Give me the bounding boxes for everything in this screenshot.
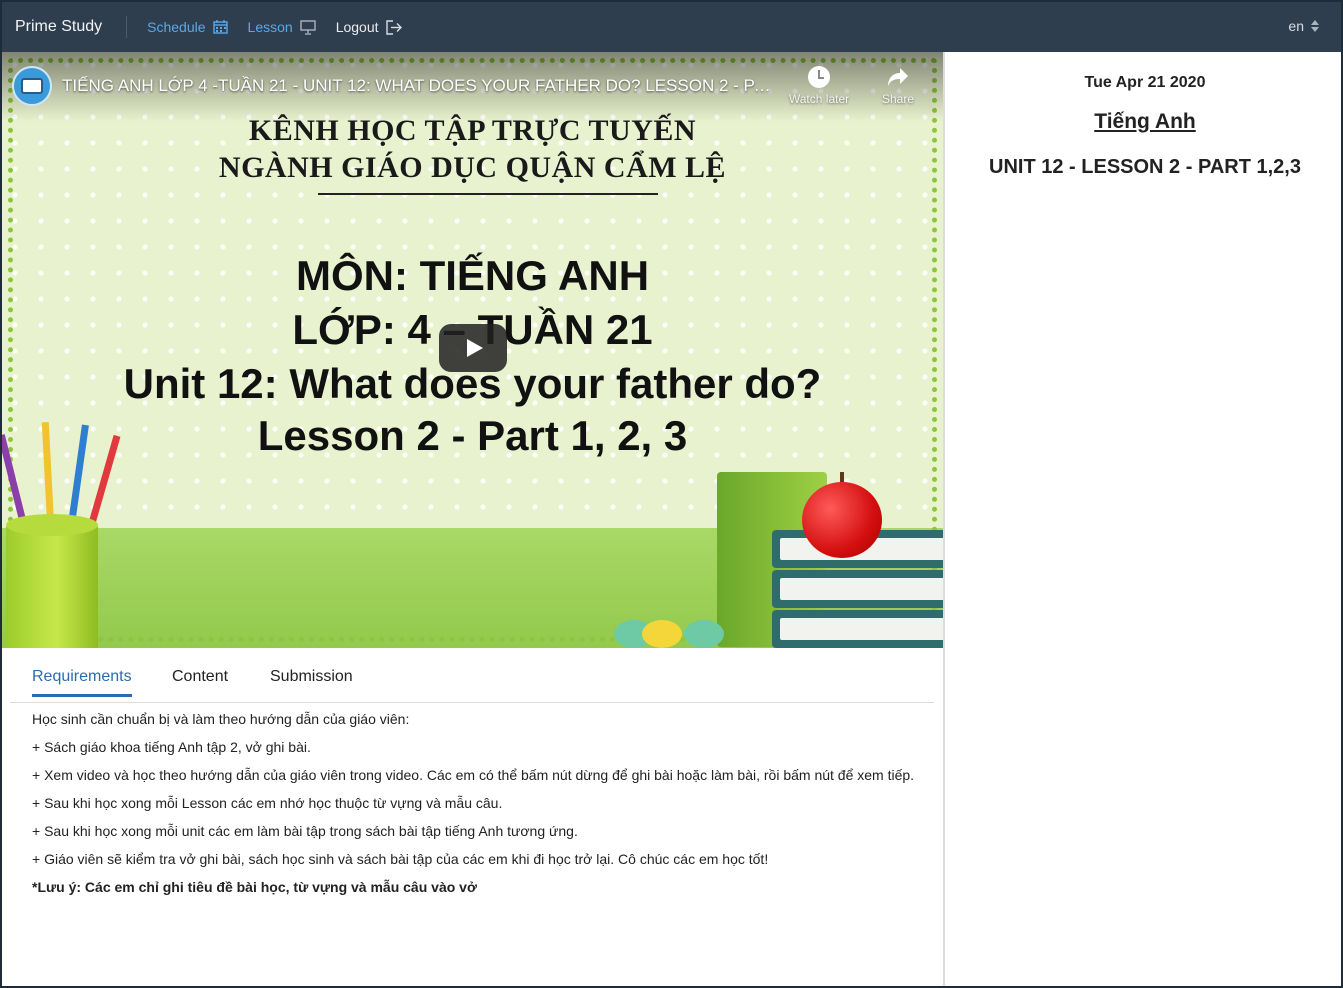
watch-later-label: Watch later [788, 92, 850, 106]
play-icon [467, 339, 483, 357]
watch-later-button[interactable]: Watch later [779, 66, 859, 106]
app-window: Prime Study Schedule Lesson Logout en KÊ… [0, 0, 1343, 988]
nav-logout-label: Logout [335, 19, 379, 35]
tab-bar: Requirements Content Submission [10, 648, 934, 703]
lesson-details: Requirements Content Submission Học sinh… [2, 648, 943, 986]
thumbnail-line-6: Lesson 2 - Part 1, 2, 3 [257, 412, 688, 459]
requirement-text: + Xem video và học theo hướng dẫn của gi… [32, 767, 915, 783]
requirement-text: + Sau khi học xong mỗi Lesson các em nhớ… [32, 795, 503, 811]
top-navbar: Prime Study Schedule Lesson Logout en [2, 2, 1341, 52]
clock-icon [808, 66, 830, 88]
share-label: Share [881, 92, 915, 106]
nav-logout-link[interactable]: Logout [336, 19, 403, 35]
thumbnail-rule [318, 193, 658, 195]
share-button[interactable]: Share [858, 66, 938, 106]
thumbnail-line-3: MÔN: TIẾNG ANH [295, 252, 650, 299]
nav-lesson-link[interactable]: Lesson [248, 19, 316, 35]
tab-content[interactable]: Content [172, 668, 228, 694]
nav-lesson-label: Lesson [247, 19, 293, 35]
navbar-divider [126, 16, 128, 38]
tab-submission[interactable]: Submission [270, 668, 353, 694]
channel-avatar[interactable] [12, 66, 52, 106]
tab-requirements[interactable]: Requirements [32, 668, 132, 697]
video-title[interactable]: TIẾNG ANH LỚP 4 -TUẦN 21 - UNIT 12: WHAT… [62, 76, 772, 96]
language-selector[interactable]: en [1288, 18, 1319, 34]
video-player[interactable]: KÊNH HỌC TẬP TRỰC TUYẾN NGÀNH GIÁO DỤC Q… [2, 52, 943, 648]
logout-icon [385, 19, 402, 35]
requirements-panel: Học sinh cần chuẩn bị và làm theo hướng … [32, 710, 922, 906]
lesson-info-panel: Tue Apr 21 2020 Tiếng Anh UNIT 12 - LESS… [945, 52, 1341, 986]
requirement-text: Học sinh cần chuẩn bị và làm theo hướng … [32, 711, 410, 727]
requirement-text: + Sách giáo khoa tiếng Anh tập 2, vở ghi… [32, 739, 311, 755]
subject-link[interactable]: Tiếng Anh [1094, 110, 1196, 134]
brand-logo-text[interactable]: Prime Study [15, 18, 102, 36]
requirement-text: + Sau khi học xong mỗi unit các em làm b… [32, 823, 578, 839]
sort-arrows-icon [1311, 20, 1319, 32]
language-value: en [1288, 18, 1304, 34]
nav-schedule-label: Schedule [147, 19, 206, 35]
share-icon [888, 68, 908, 86]
play-button[interactable] [439, 324, 507, 372]
lesson-date: Tue Apr 21 2020 [1084, 74, 1206, 91]
thumbnail-line-2: NGÀNH GIÁO DỤC QUẬN CẨM LỆ [218, 151, 727, 184]
lesson-title: UNIT 12 - LESSON 2 - PART 1,2,3 [989, 156, 1301, 178]
requirement-text: + Giáo viên sẽ kiểm tra vở ghi bài, sách… [32, 851, 769, 867]
nav-schedule-link[interactable]: Schedule [147, 19, 228, 35]
requirement-note: *Lưu ý: Các em chỉ ghi tiêu đề bài học, … [32, 879, 477, 895]
tv-icon [21, 78, 43, 94]
presentation-icon [299, 19, 316, 35]
calendar-icon [212, 20, 228, 34]
